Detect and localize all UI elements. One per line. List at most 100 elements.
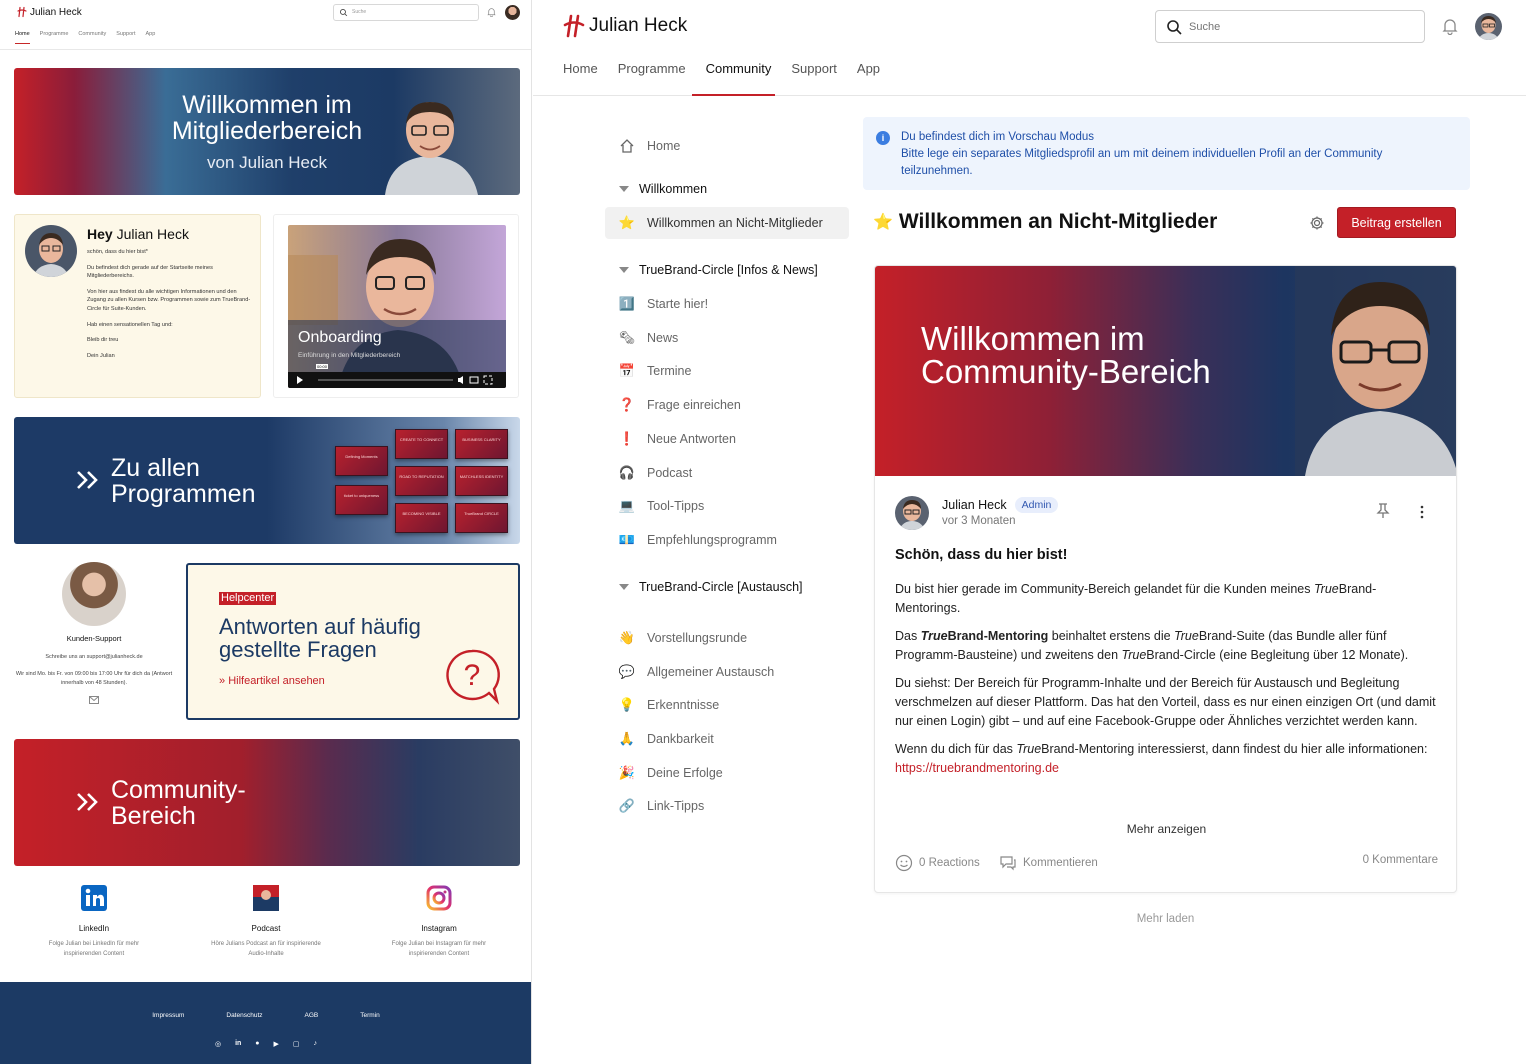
sidebar-item-starte-hier[interactable]: 1️⃣ Starte hier! [605, 288, 849, 320]
pin-icon[interactable] [1376, 503, 1390, 519]
spotify-icon[interactable]: ● [255, 1040, 259, 1048]
left-nav-community[interactable]: Community [78, 31, 106, 44]
load-more-button[interactable]: Mehr laden [874, 913, 1457, 925]
sidebar-item-dankbarkeit[interactable]: 🙏 Dankbarkeit [605, 723, 849, 755]
sidebar-item-news[interactable]: 🗞 News [605, 322, 849, 354]
left-nav-support[interactable]: Support [116, 31, 135, 44]
program-tile: Defining Moments [335, 446, 388, 476]
sidebar-item-neue-antworten[interactable]: ❗ Neue Antworten [605, 423, 849, 455]
hey-card: Hey Julian Heck schön, dass du hier bist… [14, 214, 261, 398]
youtube-icon[interactable]: ▶ [274, 1040, 279, 1048]
community-area-banner[interactable]: Community- Bereich [14, 739, 520, 866]
footer-link-impressum[interactable]: Impressum [152, 1012, 184, 1019]
fullscreen-icon[interactable] [483, 375, 493, 385]
social-desc: Folge Julian bei Instagram für mehr insp… [391, 941, 487, 957]
notice-text: Du befindest dich im Vorschau Modus Bitte… [901, 131, 1383, 177]
reactions-button[interactable]: 0 Reactions [895, 854, 980, 872]
video-time-badge: 00:00 [316, 364, 329, 369]
sidebar-item-erkenntnisse[interactable]: 💡 Erkenntnisse [605, 689, 849, 721]
show-more-button[interactable]: Mehr anzeigen [875, 822, 1456, 836]
right-logo[interactable]: Julian Heck [563, 14, 687, 38]
video-subtitle: Einführung in den Mitgliederbereich [298, 352, 401, 359]
linkedin-icon[interactable]: in [235, 1040, 241, 1048]
left-search-placeholder: Suche [352, 9, 367, 15]
program-tile: MATCHLESS IDENTITY [455, 466, 508, 496]
left-user-avatar[interactable] [505, 5, 520, 20]
social-instagram[interactable]: Instagram Folge Julian bei Instagram für… [374, 885, 504, 959]
right-user-avatar[interactable] [1475, 13, 1502, 40]
program-tile: CREATE TO CONNECT [395, 429, 448, 459]
right-nav-community[interactable]: Community [691, 61, 782, 96]
sidebar-item-home[interactable]: Home [605, 130, 849, 162]
onboarding-video-player[interactable]: Onboarding Einführung in den Mitgliederb… [288, 225, 506, 388]
left-nav-home[interactable]: Home [15, 31, 30, 44]
sidebar-item-deine-erfolge[interactable]: 🎉 Deine Erfolge [605, 757, 849, 789]
sidebar-item-label: Empfehlungsprogramm [647, 533, 777, 547]
right-nav-programme[interactable]: Programme [608, 61, 696, 96]
double-chevron-right-icon [77, 471, 98, 489]
left-logo[interactable]: Julian Heck [16, 6, 82, 18]
volume-icon[interactable] [458, 376, 463, 384]
footer-links: Impressum Datenschutz AGB Termin [0, 1012, 531, 1019]
right-search-input[interactable] [1189, 17, 1409, 37]
comment-button[interactable]: Kommentieren [999, 854, 1098, 872]
sidebar-item-allgemeiner-austausch[interactable]: 💬 Allgemeiner Austausch [605, 656, 849, 688]
comments-count[interactable]: 0 Kommentare [1363, 854, 1438, 866]
video-progress-bar[interactable] [318, 379, 453, 381]
mail-icon[interactable] [89, 696, 99, 704]
sidebar-item-termine[interactable]: 📅 Termine [605, 355, 849, 387]
preview-mode-notice: i Du befindest dich im Vorschau Modus Bit… [863, 117, 1470, 190]
right-search-field[interactable] [1155, 10, 1425, 43]
video-controls [288, 372, 506, 388]
social-podcast[interactable]: Podcast Höre Julians Podcast an für insp… [201, 885, 331, 959]
bell-icon[interactable] [487, 7, 496, 17]
left-nav-programme[interactable]: Programme [40, 31, 69, 44]
tiktok-icon[interactable]: ♪ [314, 1040, 318, 1048]
all-programs-label: Zu allen Programmen [111, 454, 256, 508]
helpcenter-card[interactable]: Helpcenter Antworten auf häufig gestellte… [186, 563, 520, 720]
sidebar-item-podcast[interactable]: 🎧 Podcast [605, 457, 849, 489]
helpcenter-link[interactable]: » Hilfeartikel ansehen [219, 675, 325, 687]
sidebar-item-frage-einreichen[interactable]: ❓ Frage einreichen [605, 389, 849, 421]
create-post-button[interactable]: Beitrag erstellen [1337, 207, 1456, 238]
sidebar-section-austausch[interactable]: TrueBrand-Circle [Austausch] [619, 580, 803, 594]
sidebar-section-willkommen[interactable]: Willkommen [619, 182, 707, 196]
helpcenter-tag: Helpcenter [219, 592, 277, 605]
sidebar-item-willkommen-nicht-mitglieder[interactable]: ⭐ Willkommen an Nicht-Mitglieder [605, 207, 849, 239]
reactions-count: 0 Reactions [919, 857, 980, 869]
footer-link-termin[interactable]: Termin [360, 1012, 380, 1019]
collapse-triangle-icon [619, 186, 629, 192]
sidebar-item-label: Vorstellungsrunde [647, 631, 748, 645]
instagram-icon[interactable]: ◎ [215, 1040, 221, 1048]
hey-line: Du befindest dich gerade auf der Startse… [87, 264, 213, 280]
customer-support-block: Kunden-Support Schreibe uns an support@j… [14, 560, 174, 720]
social-linkedin[interactable]: LinkedIn Folge Julian bei LinkedIn für m… [29, 885, 159, 959]
social-desc: Folge Julian bei LinkedIn für mehr inspi… [48, 941, 140, 957]
right-nav-app[interactable]: App [847, 61, 890, 96]
post-paragraph: Das TrueBrand-Mentoring beinhaltet erste… [895, 629, 1409, 662]
right-nav-home[interactable]: Home [563, 61, 608, 96]
all-programs-banner[interactable]: Zu allen Programmen CREATE TO CONNECT BUS… [14, 417, 520, 544]
truebrand-link[interactable]: https://truebrandmentoring.de [895, 761, 1059, 775]
sidebar-item-tool-tipps[interactable]: 💻 Tool-Tipps [605, 490, 849, 522]
linkedin-icon [81, 885, 107, 911]
twitch-icon[interactable]: ▢ [293, 1040, 300, 1048]
left-search-input[interactable]: Suche [333, 4, 479, 21]
play-icon[interactable] [297, 376, 303, 384]
post-footer: 0 Reactions Kommentieren 0 Kommentare [895, 854, 1438, 872]
bell-icon[interactable] [1442, 17, 1458, 35]
right-nav-support[interactable]: Support [781, 61, 847, 96]
left-nav-app[interactable]: App [145, 31, 155, 44]
more-options-icon[interactable] [1418, 504, 1426, 520]
author-name[interactable]: Julian Heck [942, 498, 1007, 512]
sidebar-item-vorstellungsrunde[interactable]: 👋 Vorstellungsrunde [605, 622, 849, 654]
captions-icon[interactable] [469, 376, 479, 384]
sidebar-item-link-tipps[interactable]: 🔗 Link-Tipps [605, 790, 849, 822]
footer-link-agb[interactable]: AGB [305, 1012, 319, 1019]
sidebar-item-empfehlungsprogramm[interactable]: 💶 Empfehlungsprogramm [605, 524, 849, 556]
sidebar-item-label: Neue Antworten [647, 432, 736, 446]
footer-link-datenschutz[interactable]: Datenschutz [226, 1012, 262, 1019]
sidebar-section-infos-news[interactable]: TrueBrand-Circle [Infos & News] [619, 263, 818, 277]
author-avatar[interactable] [895, 496, 929, 530]
gear-icon[interactable] [1309, 215, 1325, 231]
